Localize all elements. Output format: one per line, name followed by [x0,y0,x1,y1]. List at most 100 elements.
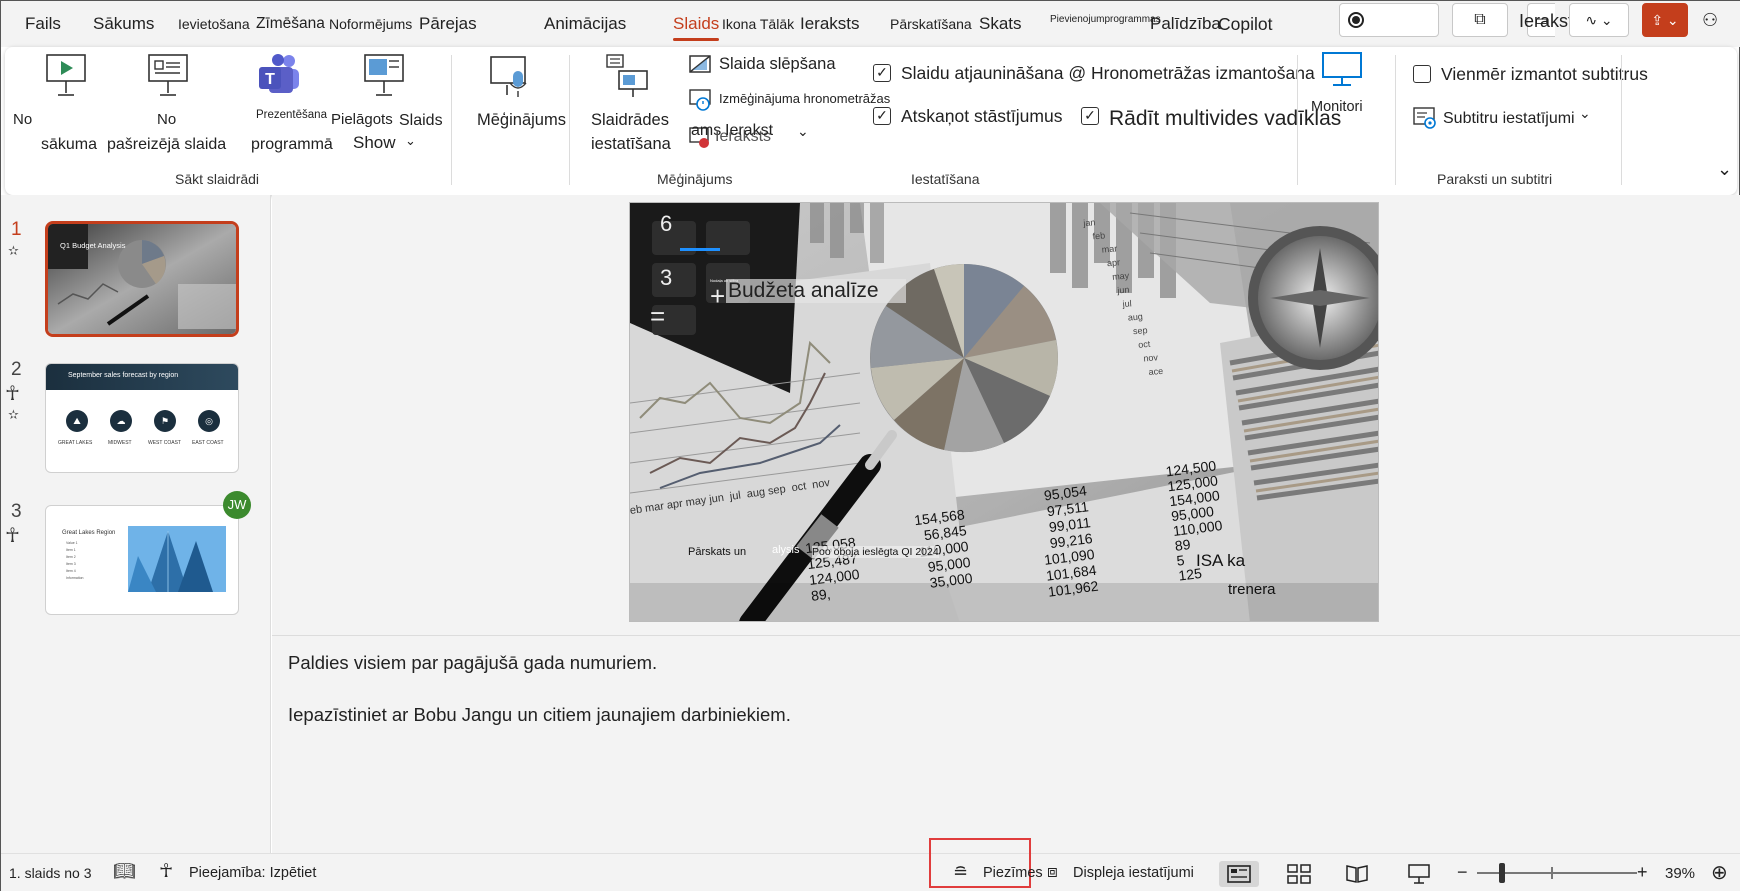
accessibility-status[interactable]: Pieejamība: Izpētiet [189,865,316,881]
svg-text:T: T [265,71,275,88]
slide-title[interactable]: Budžeta analīze [728,279,879,303]
record-overlap-c[interactable]: Ierakst [725,121,773,140]
slide-subtitle-mid[interactable]: alysis [772,544,800,556]
person-icon[interactable]: ⚇ [1702,10,1718,31]
slide-number-1: 1 [11,219,22,240]
teams-icon: ⧉ [1474,11,1486,28]
table-column-1: 125,058125,487 124,00089, [804,534,861,604]
rehearse-button[interactable]: Mēģinājums [477,111,566,131]
monitor-button[interactable]: Monitori [1311,99,1363,116]
notes-icon[interactable]: ≘ [953,862,968,883]
record-chevron-down-icon[interactable]: ⌄ [797,123,809,140]
presenter-view-button[interactable] [1399,861,1439,887]
slide-subtitle-right[interactable]: Poo oboja ieslēgta QI 2024 [812,546,939,558]
display-settings-icon[interactable]: ⧈ [1047,862,1058,882]
slide-thumbnail-2[interactable]: September sales forecast by region ⛰ ☁ ⚑… [45,363,239,473]
notes-line-2[interactable]: Iepazīstiniet ar Bobu Jangu un citiem ja… [288,704,791,726]
group-captions: Paraksti un subtitri [1437,171,1553,187]
slide-number-3: 3 [11,501,22,522]
setup-slideshow-label-1[interactable]: Slaidrādes [591,111,669,131]
tab-design[interactable]: Noformējums [329,16,412,32]
from-current-label[interactable]: pašreizējā slaida [107,135,226,154]
normal-view-button[interactable] [1219,861,1259,887]
region-label: MIDWEST [108,440,132,446]
custom-show-label-1[interactable]: Pielāgots [331,111,393,129]
animation-star-icon: ✫ [8,407,19,422]
display-settings-button[interactable]: Displeja iestatījumi [1073,865,1194,881]
tab-review[interactable]: Pārskatīšana [890,16,972,32]
tab-transitions[interactable]: Pārejas [419,14,477,34]
slide-sorter-button[interactable] [1279,861,1319,887]
slide-3-bullets: Value 1 Item 1 Item 2 Item 3 Item 4 Info… [66,541,84,580]
slide-background-image [630,203,1378,621]
always-subtitles-checkbox[interactable] [1413,65,1431,83]
tab-file[interactable]: Fails [25,14,61,34]
tab-view[interactable]: Skats [979,14,1022,34]
from-current-no[interactable]: No [157,111,176,129]
accessibility-person-icon: ☥ [5,525,20,547]
slide-overlay-line2[interactable]: trenera [1228,581,1276,598]
zoom-slider-thumb[interactable] [1499,863,1505,883]
monitor-icon [1322,52,1362,86]
subtitle-settings-button[interactable]: Subtitru iestatījumi [1443,109,1575,128]
reading-view-button[interactable] [1337,861,1377,887]
accessibility-icon[interactable]: ☥ [159,860,173,883]
tab-record[interactable]: Ieraksts [800,14,860,34]
notes-button[interactable]: Piezīmes [983,865,1043,881]
book-check-icon[interactable]: 📖︎ [113,861,136,882]
divider [1297,55,1298,185]
chevron-down-icon[interactable]: ⌄ [405,133,416,149]
teams-present-button[interactable]: ⧉ [1452,3,1508,37]
teams-label-1[interactable]: Prezentēšana [256,109,327,123]
current-slide[interactable]: 6 3 + = Nodaļa un sfēra Budžeta analīze … [629,202,1379,622]
tab-addins[interactable]: Pievienojumprogrammas [1050,14,1161,25]
subtitle-settings-icon [1413,107,1436,129]
show-media-controls-checkbox[interactable]: ✓ [1081,107,1099,125]
zoom-percentage[interactable]: 39% [1665,865,1695,882]
subtitle-chevron-down-icon[interactable]: ⌄ [1579,105,1591,122]
rehearse-timings-button[interactable]: Izmēģinājuma hronometrāžas [719,91,890,107]
teams-label-2[interactable]: programmā [251,135,333,154]
tab-draw[interactable]: Zīmēšana [256,15,325,33]
hide-slide-button[interactable]: Slaida slēpšana [719,55,836,75]
slide-overlay-line1[interactable]: ISA ka [1196,551,1245,571]
play-narrations-checkbox[interactable]: ✓ [873,107,891,125]
tab-insert[interactable]: Ievietošana [178,16,250,32]
share-button[interactable]: ⇪ ⌄ [1642,3,1688,37]
zoom-out-button[interactable]: − [1457,862,1468,883]
custom-show-label-3[interactable]: Show [353,133,396,153]
coauthor-avatar[interactable]: JW [223,491,251,519]
slide-thumbnail-3[interactable]: Great Lakes Region Value 1 Item 1 Item 2… [45,505,239,615]
slide-subtitle-left[interactable]: Pārskats un [688,546,746,558]
slide-2-thumb-title: September sales forecast by region [68,372,179,379]
slide-counter[interactable]: 1. slaids no 3 [9,865,92,881]
notes-line-1[interactable]: Paldies visiem par pagājušā gada numurie… [288,652,657,674]
collapse-ribbon-chevron-icon[interactable]: ⌄ [1717,159,1732,180]
setup-slideshow-label-2[interactable]: iestatīšana [591,135,671,155]
notes-pane[interactable]: Paldies visiem par pagājušā gada numurie… [272,635,1740,853]
calc-key-plus: + [710,281,726,311]
tab-tell-me[interactable]: Ikona Tālāk [722,16,794,32]
normal-view-icon [1227,865,1251,883]
hide-slide-icon [689,55,711,73]
group-setup: Iestatīšana [911,171,980,187]
tab-help[interactable]: Palīdzība [1150,14,1221,34]
custom-show-label-2[interactable]: Slaids [399,111,443,130]
tab-slideshow[interactable]: Slaids [673,14,720,41]
record-circle-button[interactable] [1339,3,1439,37]
slide-thumbnail-1[interactable]: Q1 Budget Analysis [45,221,239,337]
from-beginning-no[interactable]: No [13,111,32,129]
rehearse-timings-icon [689,89,711,111]
animation-star-icon: ✫ [8,243,19,258]
tab-home[interactable]: Sākums [93,14,154,34]
catch-up-button[interactable]: ∿ ⌄ [1569,3,1629,37]
region-label: WEST COAST [148,440,181,446]
zoom-in-button[interactable]: + [1637,862,1648,883]
show-media-controls-label: Rādīt multivides vadīklas [1109,107,1342,130]
use-timings-checkbox[interactable]: ✓ [873,64,891,82]
tab-copilot[interactable]: Copilot [1218,14,1272,35]
tab-animations[interactable]: Animācijas [544,14,626,34]
from-beginning-label[interactable]: sākuma [41,135,97,154]
fit-to-window-icon[interactable]: ⊕ [1711,860,1728,885]
pulse-icon: ∿ ⌄ [1585,11,1613,28]
